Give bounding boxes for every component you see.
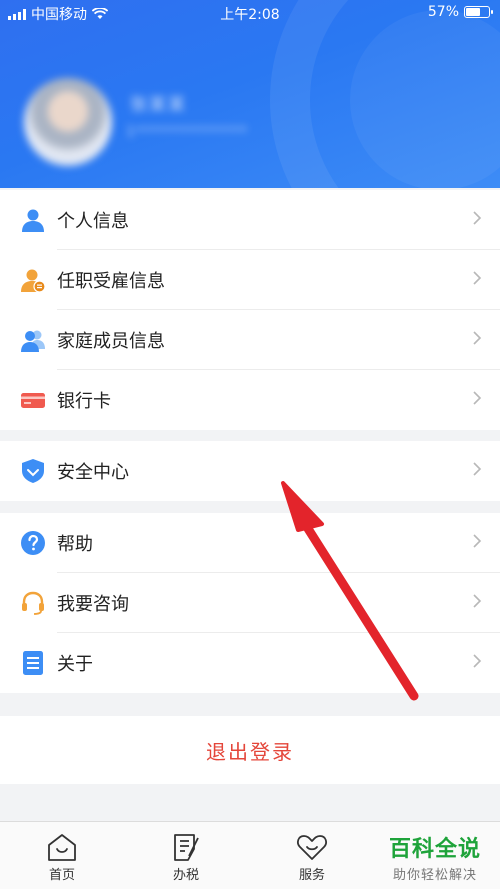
- menu-item-personal-info[interactable]: 个人信息: [0, 190, 500, 250]
- chevron-right-icon: [473, 534, 482, 548]
- chevron-right-icon: [473, 391, 482, 405]
- user-id: 1**************: [126, 124, 248, 140]
- watermark-title: 百科全说: [388, 837, 481, 862]
- menu-item-security-center[interactable]: 安全中心: [0, 441, 500, 501]
- watermark-logo: 百科全说 助你轻松解决: [376, 831, 494, 883]
- menu-label: 帮助: [57, 534, 93, 555]
- watermark-subtitle: 助你轻松解决: [392, 868, 477, 883]
- chevron-right-icon: [473, 594, 482, 608]
- battery-icon: [464, 6, 493, 18]
- menu-group-support: 帮助 我要咨询 关于: [0, 513, 500, 693]
- logout-button[interactable]: 退出登录: [0, 716, 500, 784]
- menu-label: 家庭成员信息: [57, 331, 165, 352]
- help-icon: [21, 531, 45, 555]
- menu-group-security: 安全中心: [0, 441, 500, 501]
- bank-card-icon: [21, 393, 45, 408]
- menu-label: 我要咨询: [57, 594, 129, 615]
- menu-item-family-info[interactable]: 家庭成员信息: [0, 310, 500, 370]
- tab-label: 首页: [48, 868, 75, 883]
- tab-tax[interactable]: 办税: [146, 832, 226, 883]
- menu-item-employment-info[interactable]: 任职受雇信息: [0, 250, 500, 310]
- chevron-right-icon: [473, 462, 482, 476]
- shield-icon: [22, 459, 44, 483]
- menu-item-consult[interactable]: 我要咨询: [0, 573, 500, 633]
- chevron-right-icon: [473, 331, 482, 345]
- status-time: 上午2:08: [220, 7, 280, 23]
- family-icon: [21, 330, 45, 352]
- home-icon: [48, 834, 76, 861]
- tab-service[interactable]: 服务: [272, 832, 352, 883]
- person-icon: [22, 209, 44, 232]
- menu-label: 关于: [57, 654, 93, 675]
- logout-label: 退出登录: [206, 739, 294, 764]
- menu-label: 安全中心: [57, 462, 129, 483]
- menu-label: 个人信息: [57, 211, 129, 232]
- status-bar: 中国移动 上午2:08 57%: [0, 0, 500, 26]
- service-icon: [297, 835, 327, 860]
- tab-label: 办税: [172, 868, 199, 883]
- document-icon: [23, 651, 43, 675]
- tab-label: 服务: [298, 868, 325, 883]
- menu-item-about[interactable]: 关于: [0, 633, 500, 693]
- chevron-right-icon: [473, 654, 482, 668]
- headset-icon: [22, 591, 44, 615]
- user-name: 张某某: [130, 95, 187, 115]
- battery-percent: 57%: [427, 4, 459, 20]
- tab-home[interactable]: 首页: [22, 832, 102, 883]
- tax-icon: [174, 834, 199, 861]
- menu-group-personal: 个人信息 任职受雇信息 家庭成员信息 银行卡: [0, 190, 500, 430]
- menu-label: 任职受雇信息: [57, 271, 165, 292]
- employment-icon: [21, 269, 46, 293]
- chevron-right-icon: [473, 271, 482, 285]
- chevron-right-icon: [473, 211, 482, 225]
- avatar[interactable]: [24, 78, 112, 166]
- menu-label: 银行卡: [57, 391, 111, 412]
- menu-item-help[interactable]: 帮助: [0, 513, 500, 573]
- menu-item-bank-card[interactable]: 银行卡: [0, 370, 500, 430]
